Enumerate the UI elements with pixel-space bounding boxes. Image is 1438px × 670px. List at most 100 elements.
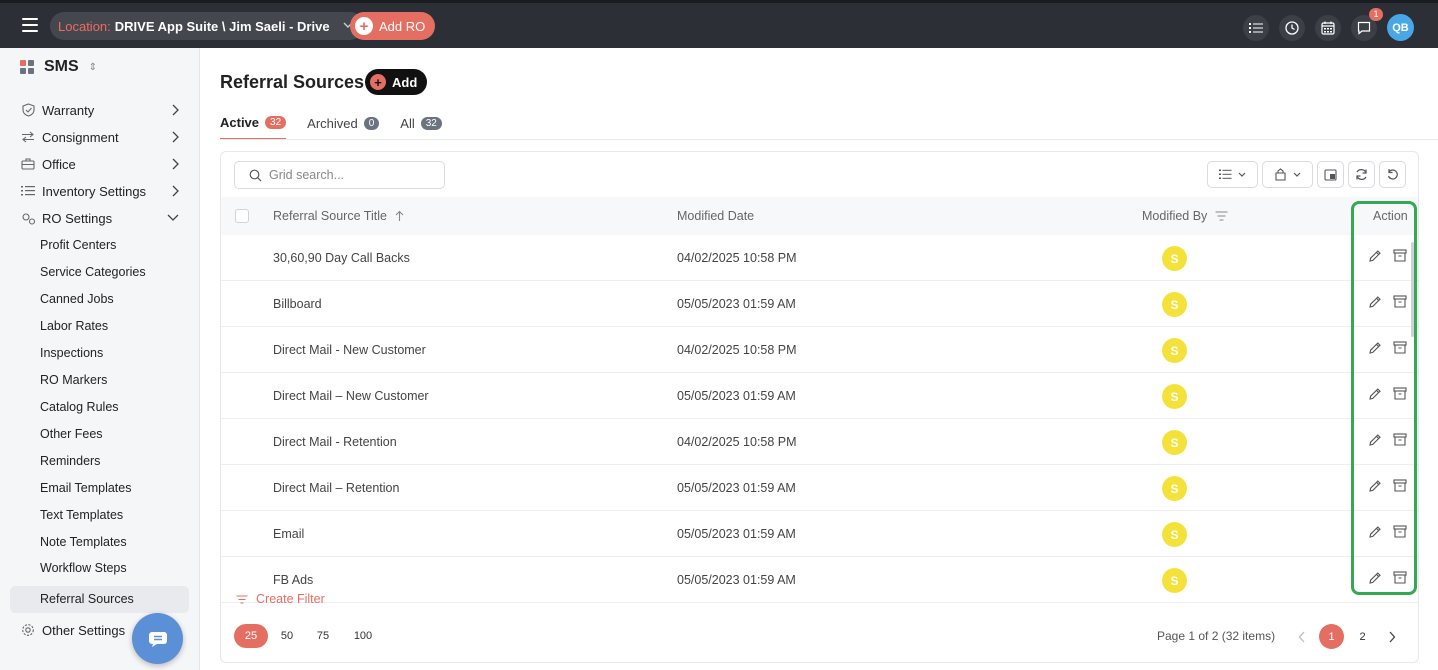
page-2-button[interactable]: 2 [1350, 624, 1375, 649]
archive-icon[interactable] [1393, 571, 1407, 589]
archive-icon[interactable] [1393, 433, 1407, 451]
notification-badge: 1 [1369, 7, 1383, 21]
sidebar-subitem-service-categories[interactable]: Service Categories [40, 262, 146, 282]
table-row[interactable]: Email 05/05/2023 01:59 AM S [221, 511, 1418, 557]
tab-active[interactable]: Active 32 [220, 114, 287, 140]
table-row[interactable]: Direct Mail – New Customer 05/05/2023 01:… [221, 373, 1418, 419]
page-size-100[interactable]: 100 [346, 624, 380, 648]
sidebar-subitem-canned-jobs[interactable]: Canned Jobs [40, 289, 114, 309]
sidebar-subitem-email-templates[interactable]: Email Templates [40, 478, 131, 498]
layout-icon [1324, 168, 1337, 181]
hamburger-menu-icon[interactable] [22, 18, 38, 32]
column-chooser-button[interactable] [1207, 161, 1258, 188]
column-header-modified-by[interactable]: Modified By [1142, 209, 1228, 223]
sidebar-item-warranty[interactable]: Warranty [10, 97, 190, 123]
edit-icon[interactable] [1368, 295, 1382, 314]
add-button[interactable]: + Add [365, 69, 428, 95]
chat-icon[interactable]: 1 [1351, 7, 1383, 41]
app-switcher[interactable]: SMS ⇕ [20, 58, 97, 76]
table-row[interactable]: Direct Mail - Retention 04/02/2025 10:58 … [221, 419, 1418, 465]
main-content: Referral Sources + Add Active 32 Archive… [200, 48, 1438, 670]
page-1-button[interactable]: 1 [1319, 624, 1344, 649]
archive-icon[interactable] [1393, 249, 1407, 267]
page-size-25[interactable]: 25 [234, 624, 268, 648]
archive-icon[interactable] [1393, 341, 1407, 359]
filter-icon[interactable] [1215, 211, 1228, 221]
sidebar-subitem-inspections[interactable]: Inspections [40, 343, 103, 363]
user-avatar[interactable]: QB [1387, 14, 1414, 41]
add-ro-button[interactable]: + Add RO [350, 12, 436, 40]
filter-icon [236, 594, 248, 604]
table-row[interactable]: FB Ads 05/05/2023 01:59 AM S [221, 557, 1418, 603]
sidebar-subitem-catalog-rules[interactable]: Catalog Rules [40, 397, 119, 417]
calendar-icon[interactable] [1315, 14, 1341, 41]
table-row[interactable]: Direct Mail – Retention 05/05/2023 01:59 … [221, 465, 1418, 511]
next-page-button[interactable] [1379, 624, 1404, 649]
export-button[interactable] [1262, 161, 1313, 188]
reset-button[interactable] [1379, 161, 1406, 188]
search-input[interactable] [269, 168, 429, 182]
list-icon [20, 185, 36, 197]
vertical-scrollbar[interactable] [1411, 242, 1414, 337]
clock-icon[interactable] [1279, 14, 1305, 41]
edit-icon[interactable] [1368, 433, 1382, 452]
archive-icon[interactable] [1393, 387, 1407, 405]
list-icon[interactable] [1243, 14, 1269, 41]
prev-page-button[interactable] [1289, 624, 1314, 649]
refresh-button[interactable] [1348, 161, 1375, 188]
gear-icon [20, 623, 36, 637]
briefcase-icon [20, 158, 36, 170]
add-ro-label: Add RO [379, 18, 426, 34]
sidebar-subitem-referral-sources[interactable]: Referral Sources [10, 586, 189, 613]
table-row[interactable]: Direct Mail - New Customer 04/02/2025 10:… [221, 327, 1418, 373]
sidebar-subitem-reminders[interactable]: Reminders [40, 451, 100, 471]
sidebar-subitem-workflow-steps[interactable]: Workflow Steps [40, 558, 127, 578]
count-badge: 32 [420, 116, 442, 130]
sort-ascending-icon [395, 210, 404, 221]
cell-title: Direct Mail – Retention [273, 481, 400, 495]
sidebar-item-inventory-settings[interactable]: Inventory Settings [10, 178, 190, 204]
top-bar: Location: DRIVE App Suite \ Jim Saeli - … [0, 0, 1438, 48]
edit-icon[interactable] [1368, 525, 1382, 544]
sidebar-subitem-profit-centers[interactable]: Profit Centers [40, 235, 116, 255]
page-title: Referral Sources [220, 72, 365, 92]
column-label: Modified By [1142, 209, 1208, 223]
tabs-divider [220, 139, 1438, 140]
sidebar-item-consignment[interactable]: Consignment [10, 124, 190, 150]
sidebar-subitem-note-templates[interactable]: Note Templates [40, 532, 127, 552]
chevron-left-icon [1298, 631, 1304, 642]
edit-icon[interactable] [1368, 479, 1382, 498]
edit-icon[interactable] [1368, 571, 1382, 590]
page-size-50[interactable]: 50 [270, 624, 304, 648]
page-size-75[interactable]: 75 [306, 624, 340, 648]
table-row[interactable]: Billboard 05/05/2023 01:59 AM S [221, 281, 1418, 327]
column-header-title[interactable]: Referral Source Title [273, 209, 404, 223]
edit-icon[interactable] [1368, 387, 1382, 406]
create-filter-button[interactable]: Create Filter [236, 592, 325, 606]
select-all-checkbox[interactable] [235, 209, 249, 223]
list-icon [1219, 169, 1232, 179]
modified-by-avatar: S [1162, 292, 1187, 317]
sidebar-subitem-other-fees[interactable]: Other Fees [40, 424, 103, 444]
edit-icon[interactable] [1368, 249, 1382, 268]
gears-icon [20, 212, 36, 225]
tab-archived[interactable]: Archived 0 [307, 114, 380, 140]
sidebar-item-office[interactable]: Office [10, 151, 190, 177]
layout-button[interactable] [1317, 161, 1344, 188]
grid-search[interactable] [234, 161, 445, 189]
archive-icon[interactable] [1393, 295, 1407, 313]
cell-title: Direct Mail – New Customer [273, 389, 429, 403]
archive-icon[interactable] [1393, 525, 1407, 543]
archive-icon[interactable] [1393, 479, 1407, 497]
sidebar-subitem-labor-rates[interactable]: Labor Rates [40, 316, 108, 336]
table-row[interactable]: 30,60,90 Day Call Backs 04/02/2025 10:58 … [221, 235, 1418, 281]
location-selector[interactable]: Location: DRIVE App Suite \ Jim Saeli - … [50, 12, 364, 40]
column-header-modified-date[interactable]: Modified Date [677, 209, 754, 223]
sidebar-subitem-ro-markers[interactable]: RO Markers [40, 370, 107, 390]
sidebar-subitem-text-templates[interactable]: Text Templates [40, 505, 123, 525]
cell-title: 30,60,90 Day Call Backs [273, 251, 410, 265]
edit-icon[interactable] [1368, 341, 1382, 360]
tab-all[interactable]: All 32 [400, 114, 442, 140]
sidebar-item-ro-settings[interactable]: RO Settings [10, 205, 190, 231]
support-chat-button[interactable] [132, 613, 183, 664]
